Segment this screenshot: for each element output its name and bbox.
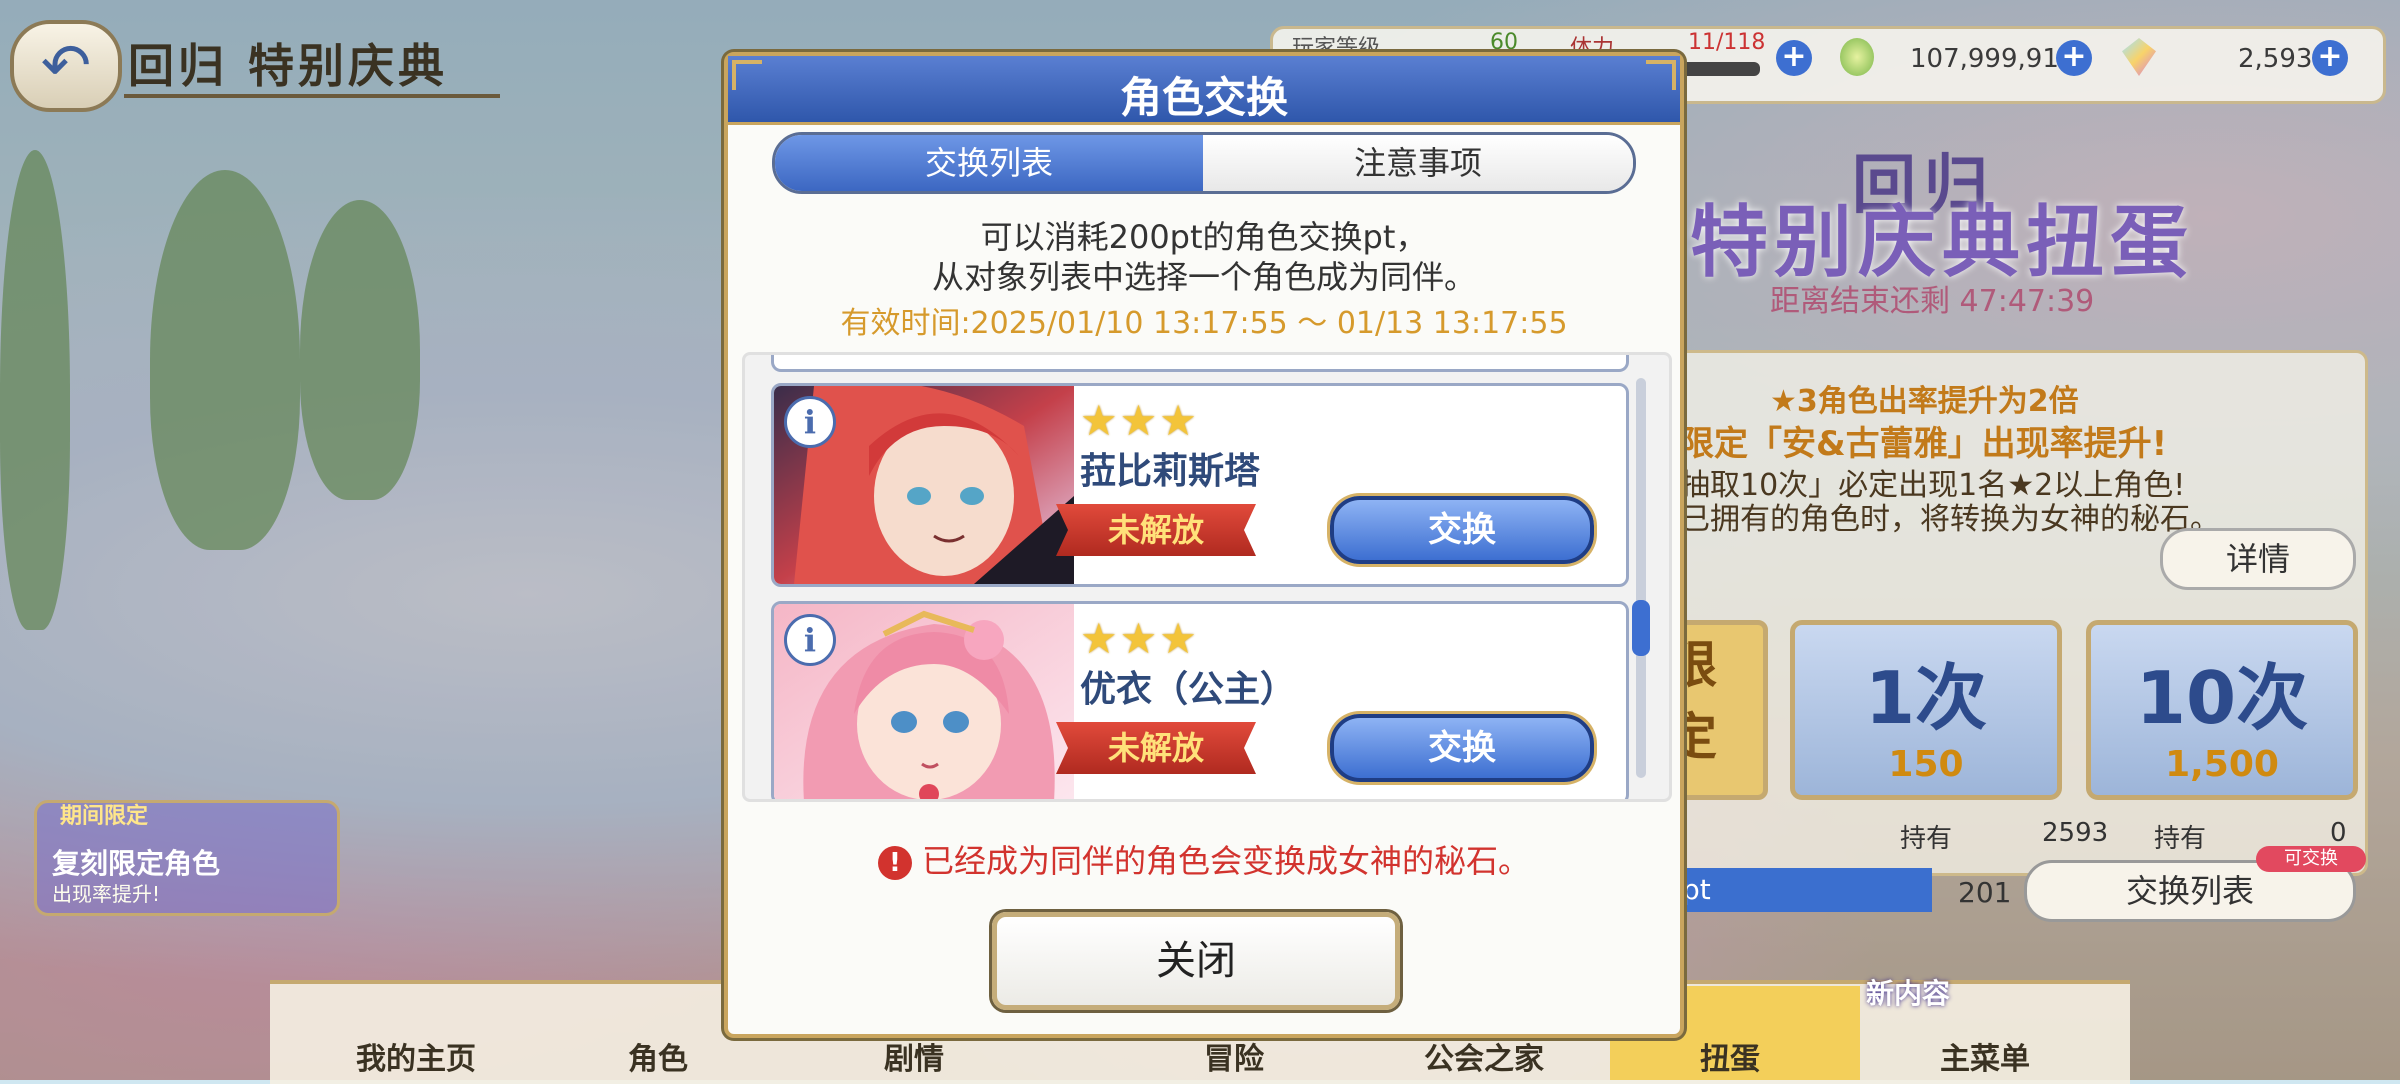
list-scrollbar-track[interactable] <box>1636 378 1646 778</box>
exchange-available-badge: 可交换 <box>2256 846 2366 872</box>
nav-item-characters[interactable]: 角色 <box>628 1034 688 1078</box>
ten-pull-count: 10次 <box>2135 656 2309 740</box>
notice-message: ! 已经成为同伴的角色会变换成女神的秘石。 <box>728 836 1680 882</box>
exchange-button[interactable]: 交换 <box>1330 714 1594 782</box>
close-button[interactable]: 关闭 <box>992 912 1400 1010</box>
new-content-label: 新内容 <box>1866 977 1951 1010</box>
title-underline <box>124 94 500 98</box>
owned-jewels-value: 2593 <box>2042 818 2109 848</box>
tab-exchange-list[interactable]: 交换列表 <box>775 135 1203 191</box>
dialog-tabs: 交换列表 注意事项 <box>772 132 1636 194</box>
owned-tickets-label: 持有 <box>2154 824 2207 854</box>
validity-period: 有效时间:2025/01/10 13:17:55 ～ 01/13 13:17:5… <box>840 306 1568 341</box>
promo-title: 复刻限定角色 <box>52 847 221 880</box>
add-mana-button[interactable]: + <box>2056 40 2092 76</box>
character-list: i ★★★ 菈比莉斯塔 未解放 交换 i ★★★ 优衣（公主） 未解放 交换 <box>742 352 1672 802</box>
list-item-partial <box>771 355 1629 372</box>
list-item: i ★★★ 优衣（公主） 未解放 交换 <box>771 601 1629 799</box>
ten-pull-cost: 1,500 <box>2165 744 2279 785</box>
nav-item-home[interactable]: 我的主页 <box>356 1034 476 1078</box>
ten-pull-button[interactable]: 10次 1,500 <box>2086 620 2358 800</box>
description-line-2: 从对象列表中选择一个角色成为同伴。 <box>931 258 1476 296</box>
single-pull-count: 1次 <box>1864 656 1988 740</box>
promo-subtitle: 出现率提升! <box>52 882 161 906</box>
locked-badge: 未解放 <box>1056 722 1256 774</box>
mana-value: 107,999,917 <box>1910 44 2076 74</box>
back-arrow-icon: ↶ <box>40 31 92 101</box>
nav-item-story[interactable]: 剧情 <box>884 1034 944 1078</box>
nav-item-gacha[interactable]: 扭蛋 <box>1700 1034 1760 1078</box>
banner-countdown: 距离结束还剩 47:47:39 <box>1770 284 2095 319</box>
locked-badge: 未解放 <box>1056 504 1256 556</box>
exchange-pt-bar: pt <box>1662 868 1932 912</box>
tab-notes[interactable]: 注意事项 <box>1203 135 1633 191</box>
gacha-info-line: 已拥有的角色时，将转换为女神的秘石。 <box>1680 502 2220 537</box>
corner-ornament <box>732 60 762 90</box>
back-button[interactable]: ↶ <box>10 20 122 112</box>
character-exchange-dialog: 角色交换 交换列表 注意事项 可以消耗200pt的角色交换pt， 从对象列表中选… <box>724 52 1684 1038</box>
add-jewel-button[interactable]: + <box>2312 40 2348 76</box>
gacha-info-line: ★3角色出率提升为2倍 <box>1770 384 2079 419</box>
page-title: 回归 特别庆典 <box>128 39 449 93</box>
add-stamina-button[interactable]: + <box>1776 40 1812 76</box>
dialog-title: 角色交换 <box>1119 73 1288 122</box>
warning-icon: ! <box>877 846 912 880</box>
details-button[interactable]: 详情 <box>2160 528 2356 590</box>
single-pull-button[interactable]: 1次 150 <box>1790 620 2062 800</box>
star-rating: ★★★ <box>1080 614 1199 663</box>
list-scrollbar-thumb[interactable] <box>1632 600 1650 656</box>
corner-ornament <box>1646 60 1676 90</box>
character-info-icon[interactable]: i <box>784 396 836 448</box>
owned-tickets-value: 0 <box>2330 818 2347 848</box>
promo-tag: 期间限定 <box>60 804 149 829</box>
gacha-info-line: 限定「安&古蕾雅」出现率提升! <box>1680 424 2168 464</box>
owned-jewels-label: 持有 <box>1900 824 1953 854</box>
list-item: i ★★★ 菈比莉斯塔 未解放 交换 <box>771 383 1629 587</box>
exchange-pt-value: 201 <box>1958 876 2012 909</box>
nav-item-guild-house[interactable]: 公会之家 <box>1424 1034 1544 1078</box>
nav-item-main-menu[interactable]: 主菜单 <box>1940 1034 2030 1078</box>
mana-icon <box>1840 38 1874 76</box>
stamina-value: 11/118 <box>1688 30 1766 55</box>
nav-item-adventure[interactable]: 冒险 <box>1204 1034 1264 1078</box>
notice-text: 已经成为同伴的角色会变换成女神的秘石。 <box>921 842 1530 880</box>
single-pull-cost: 150 <box>1888 744 1964 785</box>
dialog-header: 角色交换 <box>728 56 1680 125</box>
character-name: 优衣（公主） <box>1080 669 1297 710</box>
character-info-icon[interactable]: i <box>784 614 836 666</box>
exchange-button[interactable]: 交换 <box>1330 496 1594 564</box>
jewel-value: 2,593 <box>2238 44 2313 74</box>
character-name: 菈比莉斯塔 <box>1080 451 1261 492</box>
star-rating: ★★★ <box>1080 396 1199 445</box>
